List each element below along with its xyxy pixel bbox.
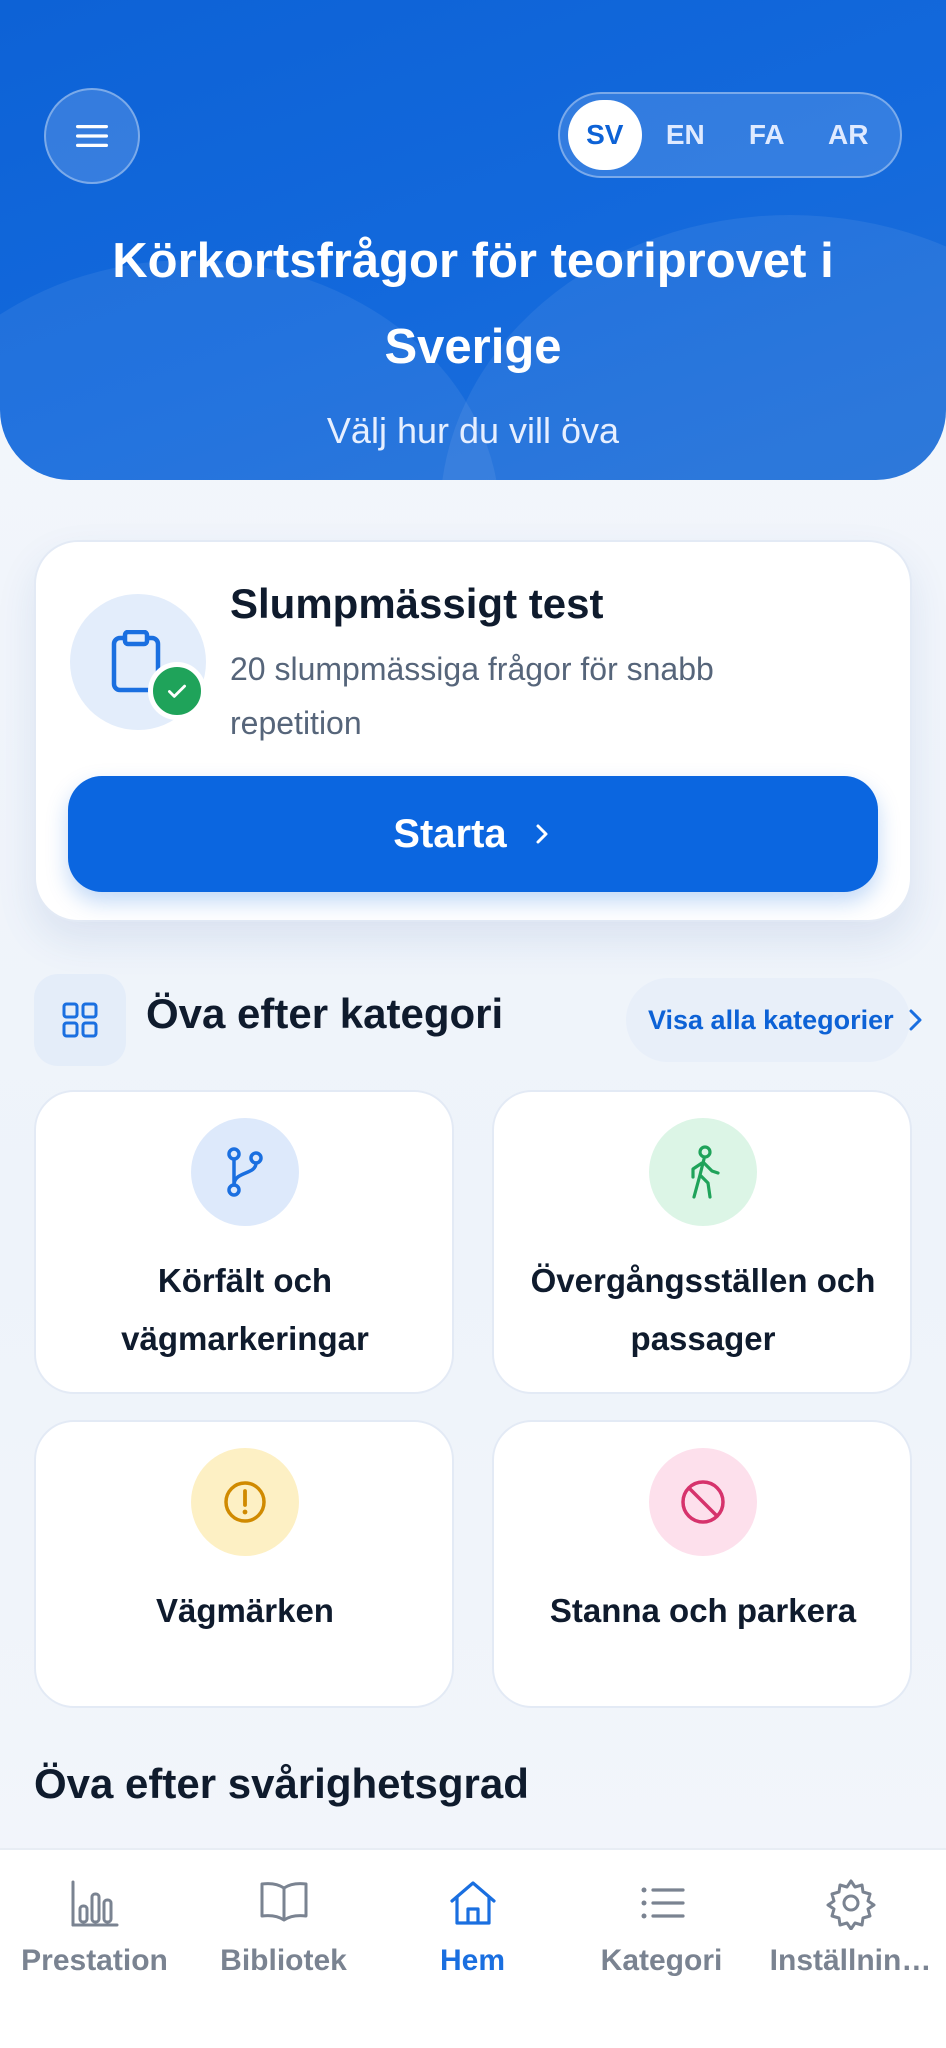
bottom-navigation: Prestation Bibliotek Hem Kategori Instäl…	[0, 1848, 946, 2048]
branch-icon	[227, 1147, 263, 1197]
category-icon-wrap	[649, 1448, 757, 1556]
start-button[interactable]: Starta	[68, 776, 878, 892]
language-option-sv[interactable]: SV	[568, 100, 642, 170]
random-test-icon-wrap	[70, 594, 206, 730]
category-icon-wrap	[191, 1118, 299, 1226]
category-label: Stanna och parkera	[549, 1592, 857, 1629]
category-section-icon-wrap	[34, 974, 126, 1066]
checkmark-icon	[168, 684, 186, 698]
random-test-description: 20 slumpmässiga frågor för snabb repetit…	[230, 651, 714, 741]
nav-label: Prestation	[21, 1944, 168, 1977]
gear-icon	[826, 1879, 875, 1930]
bar-chart-icon	[71, 1880, 118, 1927]
list-icon	[641, 1887, 685, 1919]
category-label: Körfält och vägmarkeringar	[121, 1262, 369, 1357]
start-button-label: Starta	[393, 811, 507, 856]
menu-button[interactable]	[44, 88, 140, 184]
hamburger-icon	[76, 125, 108, 147]
category-label: Vägmärken	[156, 1592, 334, 1629]
category-section-title: Öva efter kategori	[146, 990, 504, 1037]
no-entry-icon	[681, 1480, 725, 1524]
language-option-fa[interactable]: FA	[729, 100, 805, 170]
category-card-road-signs[interactable]: Vägmärken	[34, 1420, 454, 1708]
category-card-lanes[interactable]: Körfält och vägmarkeringar	[34, 1090, 454, 1394]
language-switcher: SV EN FA AR	[558, 92, 902, 178]
hero-header: SV EN FA AR Körkortsfrågor för teoriprov…	[0, 0, 946, 480]
grid-icon	[62, 1002, 98, 1038]
category-card-stop-park[interactable]: Stanna och parkera	[492, 1420, 912, 1708]
language-option-ar[interactable]: AR	[811, 100, 887, 170]
nav-label: Kategori	[600, 1944, 723, 1977]
check-badge	[148, 662, 206, 720]
warning-icon	[224, 1481, 266, 1523]
random-test-title: Slumpmässigt test	[230, 580, 604, 627]
category-icon-wrap	[649, 1118, 757, 1226]
chevron-right-icon	[536, 824, 548, 844]
category-label: Övergångsställen och passager	[530, 1262, 876, 1357]
book-icon	[260, 1882, 307, 1922]
nav-item-prestation[interactable]: Prestation	[0, 1850, 189, 2048]
nav-label: Inställnin…	[769, 1944, 932, 1977]
difficulty-section-title: Öva efter svårighetsgrad	[34, 1760, 529, 1807]
nav-item-installningar[interactable]: Inställnin…	[756, 1850, 945, 2048]
page-title: Körkortsfrågor för teoriprovet i Sverige	[112, 234, 834, 374]
home-icon	[449, 1881, 496, 1925]
nav-item-hem[interactable]: Hem	[378, 1850, 567, 2048]
chevron-right-icon[interactable]	[906, 1006, 926, 1034]
nav-item-bibliotek[interactable]: Bibliotek	[189, 1850, 378, 2048]
nav-label: Hem	[439, 1944, 506, 1977]
pedestrian-icon	[691, 1145, 720, 1199]
nav-label: Bibliotek	[220, 1944, 347, 1977]
nav-item-kategori[interactable]: Kategori	[567, 1850, 756, 2048]
language-option-en[interactable]: EN	[648, 100, 724, 170]
category-card-crossings[interactable]: Övergångsställen och passager	[492, 1090, 912, 1394]
random-test-card: Slumpmässigt test 20 slumpmässiga frågor…	[34, 540, 912, 922]
page-subtitle: Välj hur du vill öva	[326, 410, 620, 451]
category-icon-wrap	[191, 1448, 299, 1556]
see-all-categories-button[interactable]: Visa alla kategorier	[626, 978, 910, 1062]
